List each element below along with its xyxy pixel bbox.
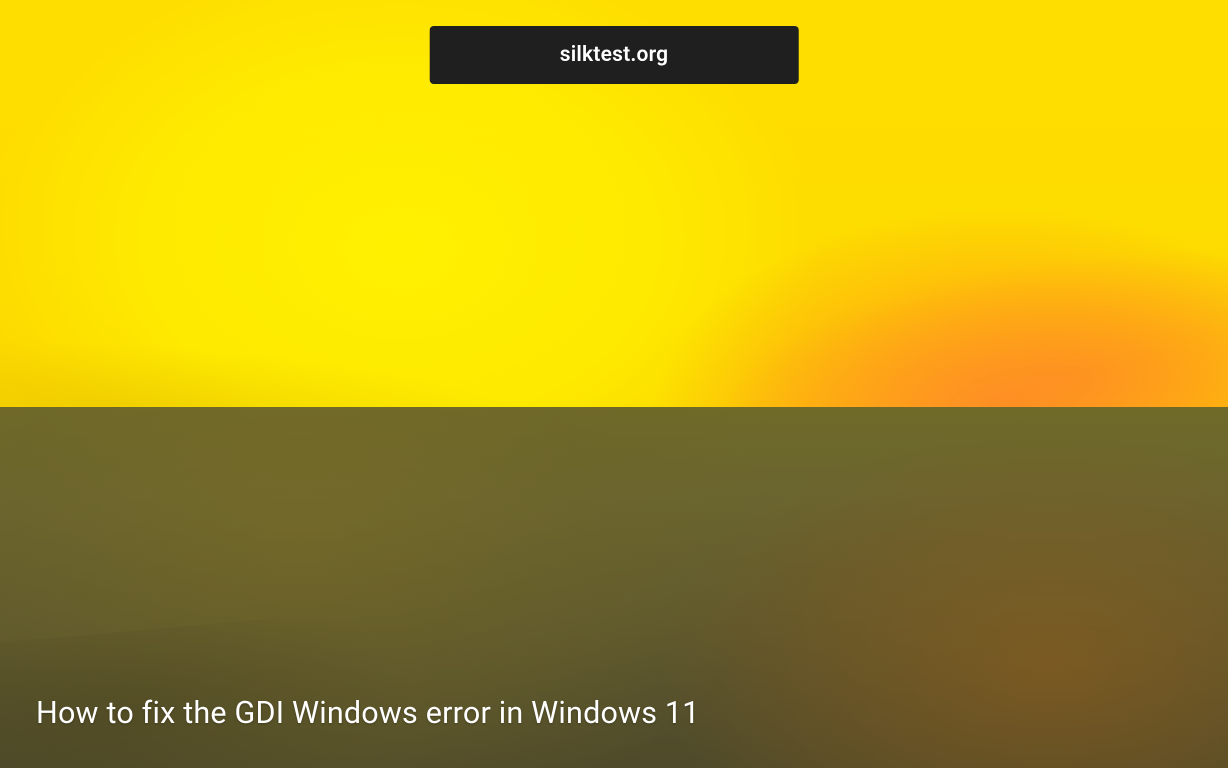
article-headline: How to fix the GDI Windows error in Wind… (36, 693, 1188, 734)
hero-banner: silktest.org (0, 0, 1228, 407)
page-root: silktest.org How to fix the GDI Windows … (0, 0, 1228, 768)
site-brand-pill[interactable]: silktest.org (430, 26, 799, 84)
lower-banner: How to fix the GDI Windows error in Wind… (0, 407, 1228, 768)
